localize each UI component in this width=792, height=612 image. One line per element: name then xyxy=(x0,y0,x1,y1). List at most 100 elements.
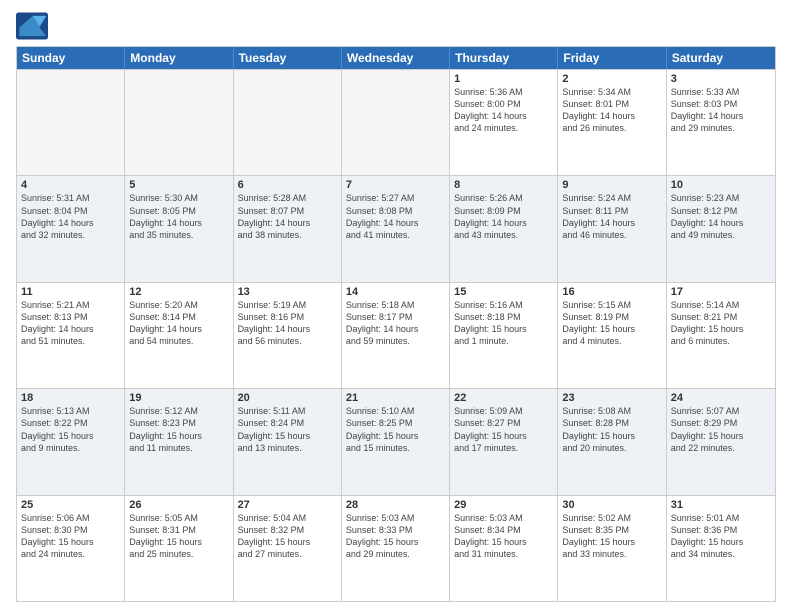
calendar-row-3: 11Sunrise: 5:21 AM Sunset: 8:13 PM Dayli… xyxy=(17,282,775,388)
calendar: SundayMondayTuesdayWednesdayThursdayFrid… xyxy=(16,46,776,602)
calendar-cell-day-29: 29Sunrise: 5:03 AM Sunset: 8:34 PM Dayli… xyxy=(450,496,558,601)
day-number: 18 xyxy=(21,392,120,404)
header-day-saturday: Saturday xyxy=(667,47,775,69)
day-number: 8 xyxy=(454,179,553,191)
day-number: 25 xyxy=(21,499,120,511)
day-number: 16 xyxy=(562,286,661,298)
calendar-cell-day-7: 7Sunrise: 5:27 AM Sunset: 8:08 PM Daylig… xyxy=(342,176,450,281)
cell-info: Sunrise: 5:10 AM Sunset: 8:25 PM Dayligh… xyxy=(346,405,445,454)
calendar-cell-day-25: 25Sunrise: 5:06 AM Sunset: 8:30 PM Dayli… xyxy=(17,496,125,601)
day-number: 6 xyxy=(238,179,337,191)
day-number: 23 xyxy=(562,392,661,404)
header-day-tuesday: Tuesday xyxy=(234,47,342,69)
calendar-cell-day-26: 26Sunrise: 5:05 AM Sunset: 8:31 PM Dayli… xyxy=(125,496,233,601)
calendar-cell-empty xyxy=(342,70,450,175)
cell-info: Sunrise: 5:24 AM Sunset: 8:11 PM Dayligh… xyxy=(562,192,661,241)
calendar-cell-day-21: 21Sunrise: 5:10 AM Sunset: 8:25 PM Dayli… xyxy=(342,389,450,494)
day-number: 30 xyxy=(562,499,661,511)
calendar-cell-day-6: 6Sunrise: 5:28 AM Sunset: 8:07 PM Daylig… xyxy=(234,176,342,281)
cell-info: Sunrise: 5:16 AM Sunset: 8:18 PM Dayligh… xyxy=(454,299,553,348)
calendar-row-4: 18Sunrise: 5:13 AM Sunset: 8:22 PM Dayli… xyxy=(17,388,775,494)
cell-info: Sunrise: 5:02 AM Sunset: 8:35 PM Dayligh… xyxy=(562,512,661,561)
calendar-cell-day-8: 8Sunrise: 5:26 AM Sunset: 8:09 PM Daylig… xyxy=(450,176,558,281)
calendar-cell-day-22: 22Sunrise: 5:09 AM Sunset: 8:27 PM Dayli… xyxy=(450,389,558,494)
calendar-cell-day-12: 12Sunrise: 5:20 AM Sunset: 8:14 PM Dayli… xyxy=(125,283,233,388)
day-number: 7 xyxy=(346,179,445,191)
calendar-cell-empty xyxy=(234,70,342,175)
cell-info: Sunrise: 5:03 AM Sunset: 8:33 PM Dayligh… xyxy=(346,512,445,561)
calendar-cell-day-18: 18Sunrise: 5:13 AM Sunset: 8:22 PM Dayli… xyxy=(17,389,125,494)
calendar-cell-day-9: 9Sunrise: 5:24 AM Sunset: 8:11 PM Daylig… xyxy=(558,176,666,281)
calendar-cell-day-10: 10Sunrise: 5:23 AM Sunset: 8:12 PM Dayli… xyxy=(667,176,775,281)
cell-info: Sunrise: 5:15 AM Sunset: 8:19 PM Dayligh… xyxy=(562,299,661,348)
cell-info: Sunrise: 5:23 AM Sunset: 8:12 PM Dayligh… xyxy=(671,192,771,241)
cell-info: Sunrise: 5:18 AM Sunset: 8:17 PM Dayligh… xyxy=(346,299,445,348)
day-number: 14 xyxy=(346,286,445,298)
calendar-row-1: 1Sunrise: 5:36 AM Sunset: 8:00 PM Daylig… xyxy=(17,69,775,175)
day-number: 5 xyxy=(129,179,228,191)
cell-info: Sunrise: 5:27 AM Sunset: 8:08 PM Dayligh… xyxy=(346,192,445,241)
day-number: 28 xyxy=(346,499,445,511)
day-number: 2 xyxy=(562,73,661,85)
cell-info: Sunrise: 5:13 AM Sunset: 8:22 PM Dayligh… xyxy=(21,405,120,454)
calendar-cell-day-23: 23Sunrise: 5:08 AM Sunset: 8:28 PM Dayli… xyxy=(558,389,666,494)
calendar-body: 1Sunrise: 5:36 AM Sunset: 8:00 PM Daylig… xyxy=(17,69,775,601)
cell-info: Sunrise: 5:34 AM Sunset: 8:01 PM Dayligh… xyxy=(562,86,661,135)
calendar-cell-day-28: 28Sunrise: 5:03 AM Sunset: 8:33 PM Dayli… xyxy=(342,496,450,601)
calendar-cell-day-13: 13Sunrise: 5:19 AM Sunset: 8:16 PM Dayli… xyxy=(234,283,342,388)
header-day-sunday: Sunday xyxy=(17,47,125,69)
cell-info: Sunrise: 5:33 AM Sunset: 8:03 PM Dayligh… xyxy=(671,86,771,135)
cell-info: Sunrise: 5:12 AM Sunset: 8:23 PM Dayligh… xyxy=(129,405,228,454)
cell-info: Sunrise: 5:20 AM Sunset: 8:14 PM Dayligh… xyxy=(129,299,228,348)
cell-info: Sunrise: 5:14 AM Sunset: 8:21 PM Dayligh… xyxy=(671,299,771,348)
cell-info: Sunrise: 5:19 AM Sunset: 8:16 PM Dayligh… xyxy=(238,299,337,348)
header-day-wednesday: Wednesday xyxy=(342,47,450,69)
day-number: 19 xyxy=(129,392,228,404)
cell-info: Sunrise: 5:36 AM Sunset: 8:00 PM Dayligh… xyxy=(454,86,553,135)
header-day-monday: Monday xyxy=(125,47,233,69)
day-number: 13 xyxy=(238,286,337,298)
logo-icon xyxy=(16,12,48,40)
day-number: 20 xyxy=(238,392,337,404)
day-number: 1 xyxy=(454,73,553,85)
calendar-cell-empty xyxy=(17,70,125,175)
calendar-cell-day-11: 11Sunrise: 5:21 AM Sunset: 8:13 PM Dayli… xyxy=(17,283,125,388)
cell-info: Sunrise: 5:08 AM Sunset: 8:28 PM Dayligh… xyxy=(562,405,661,454)
cell-info: Sunrise: 5:30 AM Sunset: 8:05 PM Dayligh… xyxy=(129,192,228,241)
cell-info: Sunrise: 5:04 AM Sunset: 8:32 PM Dayligh… xyxy=(238,512,337,561)
day-number: 24 xyxy=(671,392,771,404)
calendar-cell-day-30: 30Sunrise: 5:02 AM Sunset: 8:35 PM Dayli… xyxy=(558,496,666,601)
day-number: 10 xyxy=(671,179,771,191)
cell-info: Sunrise: 5:28 AM Sunset: 8:07 PM Dayligh… xyxy=(238,192,337,241)
day-number: 12 xyxy=(129,286,228,298)
calendar-cell-day-1: 1Sunrise: 5:36 AM Sunset: 8:00 PM Daylig… xyxy=(450,70,558,175)
calendar-cell-day-19: 19Sunrise: 5:12 AM Sunset: 8:23 PM Dayli… xyxy=(125,389,233,494)
header xyxy=(16,12,776,40)
header-day-thursday: Thursday xyxy=(450,47,558,69)
calendar-cell-day-27: 27Sunrise: 5:04 AM Sunset: 8:32 PM Dayli… xyxy=(234,496,342,601)
calendar-cell-day-17: 17Sunrise: 5:14 AM Sunset: 8:21 PM Dayli… xyxy=(667,283,775,388)
day-number: 15 xyxy=(454,286,553,298)
calendar-cell-day-14: 14Sunrise: 5:18 AM Sunset: 8:17 PM Dayli… xyxy=(342,283,450,388)
day-number: 3 xyxy=(671,73,771,85)
calendar-row-5: 25Sunrise: 5:06 AM Sunset: 8:30 PM Dayli… xyxy=(17,495,775,601)
day-number: 11 xyxy=(21,286,120,298)
cell-info: Sunrise: 5:26 AM Sunset: 8:09 PM Dayligh… xyxy=(454,192,553,241)
logo xyxy=(16,12,50,40)
day-number: 17 xyxy=(671,286,771,298)
calendar-header: SundayMondayTuesdayWednesdayThursdayFrid… xyxy=(17,47,775,69)
calendar-cell-day-3: 3Sunrise: 5:33 AM Sunset: 8:03 PM Daylig… xyxy=(667,70,775,175)
calendar-cell-day-20: 20Sunrise: 5:11 AM Sunset: 8:24 PM Dayli… xyxy=(234,389,342,494)
cell-info: Sunrise: 5:07 AM Sunset: 8:29 PM Dayligh… xyxy=(671,405,771,454)
cell-info: Sunrise: 5:09 AM Sunset: 8:27 PM Dayligh… xyxy=(454,405,553,454)
calendar-cell-empty xyxy=(125,70,233,175)
day-number: 27 xyxy=(238,499,337,511)
header-day-friday: Friday xyxy=(558,47,666,69)
day-number: 26 xyxy=(129,499,228,511)
cell-info: Sunrise: 5:05 AM Sunset: 8:31 PM Dayligh… xyxy=(129,512,228,561)
cell-info: Sunrise: 5:11 AM Sunset: 8:24 PM Dayligh… xyxy=(238,405,337,454)
cell-info: Sunrise: 5:31 AM Sunset: 8:04 PM Dayligh… xyxy=(21,192,120,241)
calendar-cell-day-4: 4Sunrise: 5:31 AM Sunset: 8:04 PM Daylig… xyxy=(17,176,125,281)
calendar-cell-day-16: 16Sunrise: 5:15 AM Sunset: 8:19 PM Dayli… xyxy=(558,283,666,388)
page: SundayMondayTuesdayWednesdayThursdayFrid… xyxy=(0,0,792,612)
